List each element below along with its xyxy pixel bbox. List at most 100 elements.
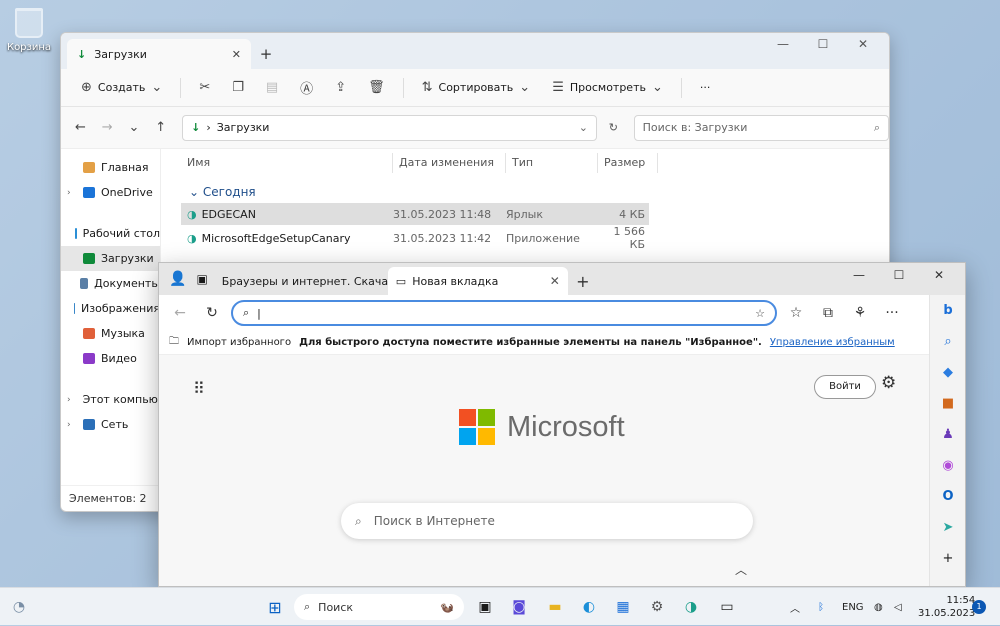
widgets-icon[interactable]: ◔ [8, 596, 30, 618]
sidebar-item[interactable]: Видео [61, 346, 160, 371]
share-button[interactable]: ⇪ [325, 73, 356, 103]
search-icon[interactable]: ⌕ [930, 326, 965, 357]
close-window-button[interactable]: ✕ [843, 37, 883, 51]
maximize-button[interactable]: ☐ [879, 268, 919, 282]
cut-button[interactable]: ✂ [189, 73, 220, 103]
gear-icon[interactable]: ⚙ [881, 373, 896, 393]
delete-button[interactable]: 🗑 [358, 73, 395, 103]
add-icon[interactable]: + [930, 543, 965, 574]
file-row[interactable]: ◑ MicrosoftEdgeSetupCanary 31.05.2023 11:4… [181, 225, 649, 251]
file-row[interactable]: ◑ EDGECAN 31.05.2023 11:48 Ярлык 4 КБ [181, 203, 649, 225]
import-favorites-link[interactable]: Импорт избранного [187, 337, 291, 348]
manage-favorites-link[interactable]: Управление избранным [770, 337, 895, 348]
start-icon[interactable]: ⊞ [264, 596, 286, 618]
group-header[interactable]: ⌄ Сегодня [189, 185, 889, 199]
shopping-tag-icon[interactable]: ◆ [930, 357, 965, 388]
sidebar-item[interactable]: › Сеть [61, 412, 160, 437]
web-search-input[interactable]: ⌕ Поиск в Интернете [341, 503, 753, 539]
bluetooth-icon[interactable]: ᛒ [818, 588, 824, 626]
sidebar-item[interactable]: Музыка [61, 321, 160, 346]
recent-dropdown-icon[interactable]: ⌄ [123, 120, 146, 135]
sidebar-item[interactable]: Документы [61, 271, 160, 296]
address-bar[interactable]: ⌕ | ☆ [231, 300, 777, 326]
teams-chat-icon[interactable]: ◙ [508, 596, 530, 618]
favorites-icon[interactable]: ☆ [783, 305, 809, 321]
taskbar-search[interactable]: ⌕ Поиск 🦦 [294, 594, 464, 620]
terminal-icon[interactable]: ▭ [716, 596, 738, 618]
maximize-button[interactable]: ☐ [803, 37, 843, 51]
tab-browsers[interactable]: Браузеры и интернет. Скачать б ✕ [208, 267, 388, 295]
address-dropdown-icon[interactable]: ⌄ [579, 121, 588, 134]
bing-icon[interactable]: b [930, 295, 965, 326]
games-icon[interactable]: ♟ [930, 419, 965, 450]
plus-circle-icon: ⊕ [81, 80, 92, 95]
column-date[interactable]: Дата изменения [393, 153, 506, 173]
create-button[interactable]: ⊕ Создать ⌄ [71, 73, 172, 103]
new-tab-button[interactable]: + [568, 267, 598, 295]
store-icon[interactable]: ▦ [612, 596, 634, 618]
sidebar-item-label: Сеть [101, 418, 129, 431]
view-button[interactable]: ☰ Просмотреть ⌄ [542, 73, 673, 103]
expand-chevron-icon[interactable]: › [67, 188, 77, 198]
explorer-tab[interactable]: ↓ Загрузки ✕ [67, 39, 251, 69]
send-icon[interactable]: ➤ [930, 512, 965, 543]
address-bar[interactable]: ↓ › Загрузки ⌄ [182, 114, 597, 141]
close-window-button[interactable]: ✕ [919, 268, 959, 282]
paste-button[interactable]: ▤ [256, 73, 288, 103]
language-indicator[interactable]: ENG [842, 588, 864, 626]
search-input[interactable]: Поиск в: Загрузки ⌕ [633, 114, 889, 141]
expand-chevron-icon[interactable]: › [67, 395, 71, 405]
app-launcher-icon[interactable]: ⠿ [193, 379, 205, 398]
new-tab-button[interactable]: + [251, 39, 281, 69]
edge-icon[interactable]: ◐ [578, 596, 600, 618]
address-path: Загрузки [216, 121, 270, 134]
back-icon[interactable]: ← [167, 305, 193, 321]
sign-in-button[interactable]: Войти [814, 375, 876, 399]
refresh-icon[interactable]: ↻ [601, 121, 626, 134]
sidebar-item[interactable]: › OneDrive [61, 180, 160, 205]
sidebar-item[interactable]: Загрузки [61, 246, 160, 271]
settings-more-icon[interactable]: ··· [879, 305, 905, 321]
collections-icon[interactable]: ⧉ [815, 305, 841, 321]
minimize-button[interactable]: — [763, 37, 803, 51]
sidebar-item[interactable]: › Этот компьютер [61, 387, 160, 412]
chevron-up-icon[interactable]: ︿ [735, 561, 747, 578]
more-button[interactable]: ··· [690, 73, 721, 103]
taskbar: ◔ ⊞ ⌕ Поиск 🦦 ▣ ◙ ▬ ◐ ▦ ⚙ ◑ ▭ ︿ ᛒ ENG ◍ … [0, 587, 1000, 625]
sort-button[interactable]: ⇅ Сортировать ⌄ [412, 73, 541, 103]
refresh-icon[interactable]: ↻ [199, 305, 225, 321]
sidebar-item[interactable]: Рабочий стол [61, 221, 160, 246]
rename-button[interactable]: Ⓐ [290, 73, 323, 103]
task-view-icon[interactable]: ▣ [474, 596, 496, 618]
tab-new-tab[interactable]: ▭ Новая вкладка ✕ [387, 267, 568, 295]
minimize-button[interactable]: — [839, 268, 879, 282]
extensions-icon[interactable]: ⚘ [847, 305, 873, 321]
column-size[interactable]: Размер [598, 153, 658, 173]
network-icon[interactable]: ◍ [874, 588, 883, 626]
settings-icon[interactable]: ⚙ [646, 596, 668, 618]
column-name[interactable]: Имя [181, 153, 393, 173]
copy-button[interactable]: ❐ [222, 73, 254, 103]
edge-canary-icon[interactable]: ◑ [680, 596, 702, 618]
favorite-star-icon[interactable]: ☆ [755, 307, 765, 320]
outlook-icon[interactable]: O [930, 481, 965, 512]
expand-chevron-icon[interactable]: › [67, 420, 77, 430]
close-tab-icon[interactable]: ✕ [550, 274, 560, 288]
recycle-bin[interactable]: Корзина [6, 8, 52, 53]
close-tab-icon[interactable]: ✕ [232, 48, 241, 61]
profile-icon[interactable]: 👤 [169, 271, 186, 287]
sidebar-item[interactable]: Главная [61, 155, 160, 180]
file-explorer-icon[interactable]: ▬ [544, 596, 566, 618]
tab-actions-icon[interactable]: ▣ [196, 272, 207, 286]
tools-icon[interactable]: ■ [930, 388, 965, 419]
volume-icon[interactable]: ◁ [894, 588, 902, 626]
sidebar-item[interactable]: Изображения [61, 296, 160, 321]
notification-badge[interactable]: 1 [972, 600, 986, 614]
microsoft365-icon[interactable]: ◉ [930, 450, 965, 481]
up-icon[interactable]: ↑ [149, 120, 172, 135]
clock[interactable]: 11:54 31.05.2023 [918, 594, 975, 620]
back-icon[interactable]: ← [69, 120, 92, 135]
column-type[interactable]: Тип [506, 153, 598, 173]
tray-chevron-icon[interactable]: ︿ [790, 588, 800, 626]
forward-icon[interactable]: → [96, 120, 119, 135]
